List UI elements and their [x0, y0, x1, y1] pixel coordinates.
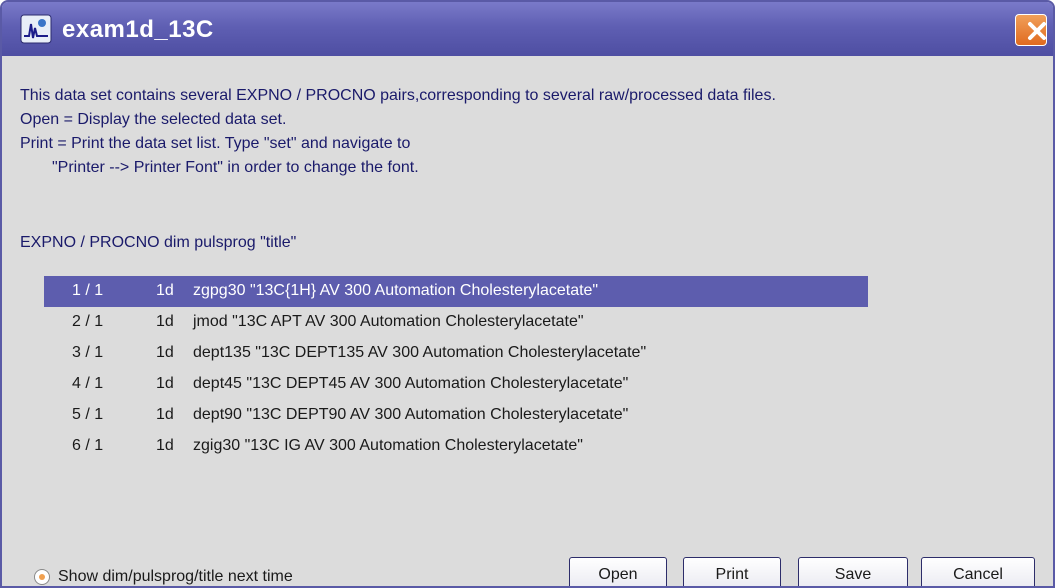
- close-icon: [1028, 22, 1046, 40]
- row-expno: 3 / 1: [72, 344, 104, 361]
- info-text: This data set contains several EXPNO / P…: [20, 84, 776, 180]
- window-title: exam1d_13C: [62, 16, 214, 43]
- dialog-content: This data set contains several EXPNO / P…: [2, 56, 1053, 586]
- title-bar[interactable]: exam1d_13C: [2, 2, 1053, 56]
- row-dim: 1d: [156, 437, 174, 454]
- row-details: dept90 "13C DEPT90 AV 300 Automation Cho…: [193, 406, 629, 423]
- print-button[interactable]: Print: [683, 557, 781, 586]
- topspin-app-icon: [20, 14, 52, 44]
- row-dim: 1d: [156, 375, 174, 392]
- dataset-list[interactable]: 1 / 1 1d zgpg30 "13C{1H} AV 300 Automati…: [44, 276, 868, 462]
- row-dim: 1d: [156, 313, 174, 330]
- row-expno: 2 / 1: [72, 313, 104, 330]
- info-line: This data set contains several EXPNO / P…: [20, 87, 776, 104]
- dataset-row[interactable]: 1 / 1 1d zgpg30 "13C{1H} AV 300 Automati…: [44, 276, 868, 307]
- info-line: "Printer --> Printer Font" in order to c…: [52, 159, 419, 176]
- row-dim: 1d: [156, 282, 174, 299]
- row-details: zgig30 "13C IG AV 300 Automation Cholest…: [193, 437, 583, 454]
- radio-icon[interactable]: [34, 569, 50, 585]
- row-dim: 1d: [156, 344, 174, 361]
- close-button[interactable]: [1015, 14, 1047, 46]
- open-button[interactable]: Open: [569, 557, 667, 586]
- row-dim: 1d: [156, 406, 174, 423]
- dataset-row[interactable]: 3 / 1 1d dept135 "13C DEPT135 AV 300 Aut…: [44, 338, 868, 369]
- dataset-row[interactable]: 4 / 1 1d dept45 "13C DEPT45 AV 300 Autom…: [44, 369, 868, 400]
- row-details: jmod "13C APT AV 300 Automation Choleste…: [193, 313, 584, 330]
- row-details: zgpg30 "13C{1H} AV 300 Automation Choles…: [193, 282, 599, 299]
- list-header: EXPNO / PROCNO dim pulsprog "title": [20, 234, 297, 251]
- row-expno: 5 / 1: [72, 406, 104, 423]
- save-button[interactable]: Save: [798, 557, 908, 586]
- dataset-row[interactable]: 6 / 1 1d zgig30 "13C IG AV 300 Automatio…: [44, 431, 868, 462]
- dataset-row[interactable]: 2 / 1 1d jmod "13C APT AV 300 Automation…: [44, 307, 868, 338]
- show-details-label: Show dim/pulsprog/title next time: [58, 568, 293, 585]
- row-expno: 6 / 1: [72, 437, 104, 454]
- dataset-row[interactable]: 5 / 1 1d dept90 "13C DEPT90 AV 300 Autom…: [44, 400, 868, 431]
- info-line: Print = Print the data set list. Type "s…: [20, 135, 411, 152]
- info-line: Open = Display the selected data set.: [20, 111, 287, 128]
- row-expno: 1 / 1: [72, 282, 104, 299]
- cancel-button[interactable]: Cancel: [921, 557, 1035, 586]
- row-details: dept135 "13C DEPT135 AV 300 Automation C…: [193, 344, 647, 361]
- row-expno: 4 / 1: [72, 375, 104, 392]
- dialog-window: exam1d_13C This data set contains severa…: [0, 0, 1055, 588]
- row-details: dept45 "13C DEPT45 AV 300 Automation Cho…: [193, 375, 629, 392]
